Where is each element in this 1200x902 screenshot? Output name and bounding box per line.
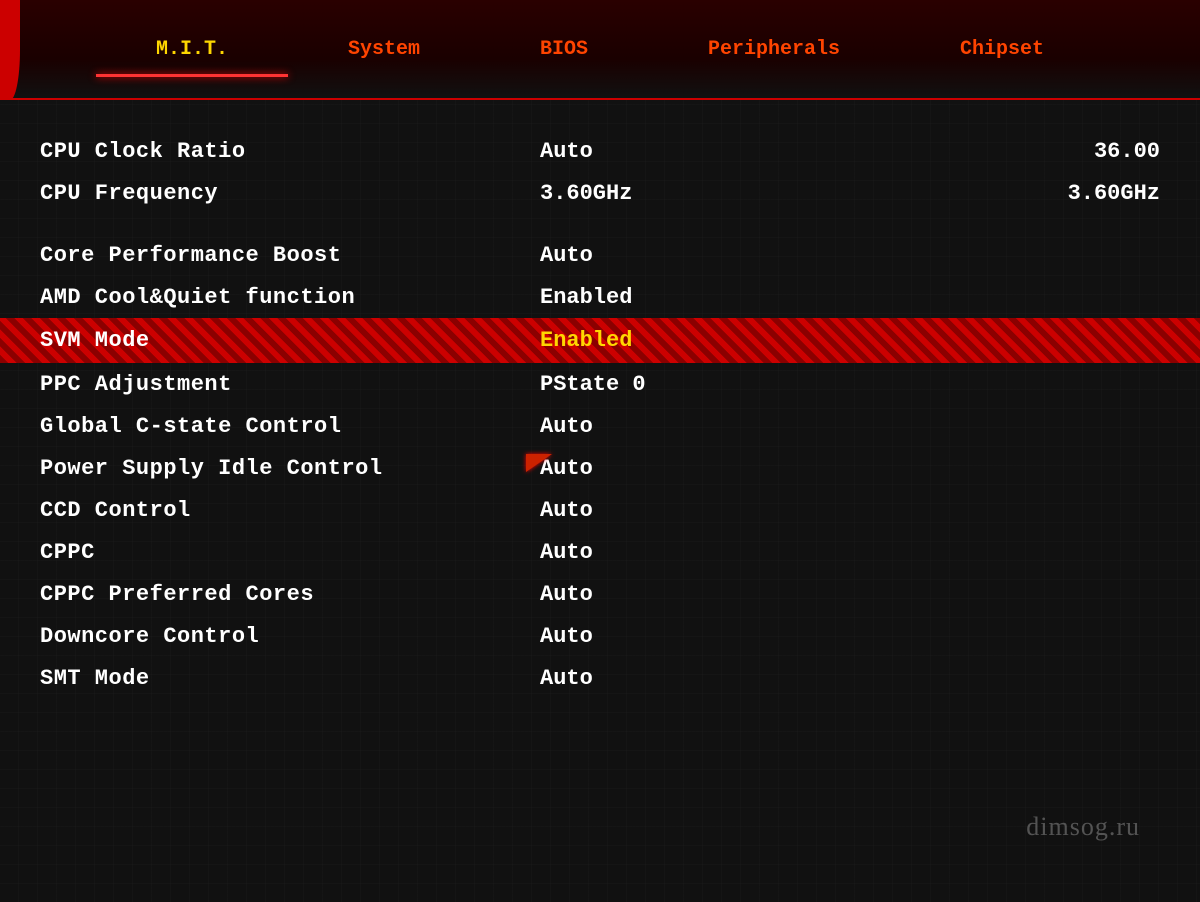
row-smt-mode[interactable]: SMT Mode Auto [40, 657, 1160, 699]
watermark: dimsog.ru [1026, 812, 1140, 842]
row-ccd-control[interactable]: CCD Control Auto [40, 489, 1160, 531]
setting-name-core-performance-boost: Core Performance Boost [40, 243, 540, 268]
setting-name-smt-mode: SMT Mode [40, 666, 540, 691]
tab-chipset[interactable]: Chipset [900, 26, 1104, 73]
setting-name-amd-cool-quiet: AMD Cool&Quiet function [40, 285, 540, 310]
setting-name-power-supply-idle: Power Supply Idle Control [40, 456, 540, 481]
setting-name-global-cstate: Global C-state Control [40, 414, 540, 439]
mouse-cursor [526, 454, 552, 472]
row-downcore-control[interactable]: Downcore Control Auto [40, 615, 1160, 657]
setting-name-svm-mode: SVM Mode [40, 328, 540, 353]
setting-value-downcore-control: Auto [540, 624, 1160, 649]
setting-value2-cpu-frequency: 3.60GHz [1000, 181, 1160, 206]
row-power-supply-idle[interactable]: Power Supply Idle Control Auto [40, 447, 1160, 489]
spacer-1 [40, 214, 1160, 234]
setting-value-global-cstate: Auto [540, 414, 1160, 439]
setting-value-ccd-control: Auto [540, 498, 1160, 523]
left-circle-decoration [0, 0, 20, 100]
row-cppc-preferred-cores[interactable]: CPPC Preferred Cores Auto [40, 573, 1160, 615]
setting-value-core-performance-boost: Auto [540, 243, 1160, 268]
row-amd-cool-quiet[interactable]: AMD Cool&Quiet function Enabled [40, 276, 1160, 318]
row-svm-mode[interactable]: SVM Mode Enabled [0, 318, 1200, 363]
setting-name-cpu-frequency: CPU Frequency [40, 181, 540, 206]
setting-name-downcore-control: Downcore Control [40, 624, 540, 649]
row-cpu-clock-ratio[interactable]: CPU Clock Ratio Auto 36.00 [40, 130, 1160, 172]
setting-value-cppc-preferred-cores: Auto [540, 582, 1160, 607]
row-cpu-frequency[interactable]: CPU Frequency 3.60GHz 3.60GHz [40, 172, 1160, 214]
setting-value2-cpu-clock-ratio: 36.00 [1000, 139, 1160, 164]
row-ppc-adjustment[interactable]: PPC Adjustment PState 0 [40, 363, 1160, 405]
setting-name-cppc: CPPC [40, 540, 540, 565]
row-core-performance-boost[interactable]: Core Performance Boost Auto [40, 234, 1160, 276]
row-cppc[interactable]: CPPC Auto [40, 531, 1160, 573]
setting-value-cpu-frequency: 3.60GHz [540, 181, 1000, 206]
setting-value-cppc: Auto [540, 540, 1160, 565]
setting-name-ccd-control: CCD Control [40, 498, 540, 523]
main-content: CPU Clock Ratio Auto 36.00 CPU Frequency… [0, 100, 1200, 729]
setting-value-ppc-adjustment: PState 0 [540, 372, 1160, 397]
setting-value-amd-cool-quiet: Enabled [540, 285, 1160, 310]
setting-value-cpu-clock-ratio: Auto [540, 139, 1000, 164]
setting-value-smt-mode: Auto [540, 666, 1160, 691]
row-global-cstate[interactable]: Global C-state Control Auto [40, 405, 1160, 447]
tab-mit[interactable]: M.I.T. [96, 26, 288, 73]
setting-value-svm-mode: Enabled [540, 328, 1160, 353]
tab-bios[interactable]: BIOS [480, 26, 648, 73]
setting-name-ppc-adjustment: PPC Adjustment [40, 372, 540, 397]
tab-peripherals[interactable]: Peripherals [648, 26, 900, 73]
setting-value-power-supply-idle: Auto [540, 456, 1160, 481]
settings-table: CPU Clock Ratio Auto 36.00 CPU Frequency… [40, 130, 1160, 699]
setting-name-cpu-clock-ratio: CPU Clock Ratio [40, 139, 540, 164]
top-navigation: M.I.T. System BIOS Peripherals Chipset [0, 0, 1200, 100]
nav-tabs-container: M.I.T. System BIOS Peripherals Chipset [40, 26, 1160, 73]
setting-name-cppc-preferred-cores: CPPC Preferred Cores [40, 582, 540, 607]
tab-system[interactable]: System [288, 26, 480, 73]
